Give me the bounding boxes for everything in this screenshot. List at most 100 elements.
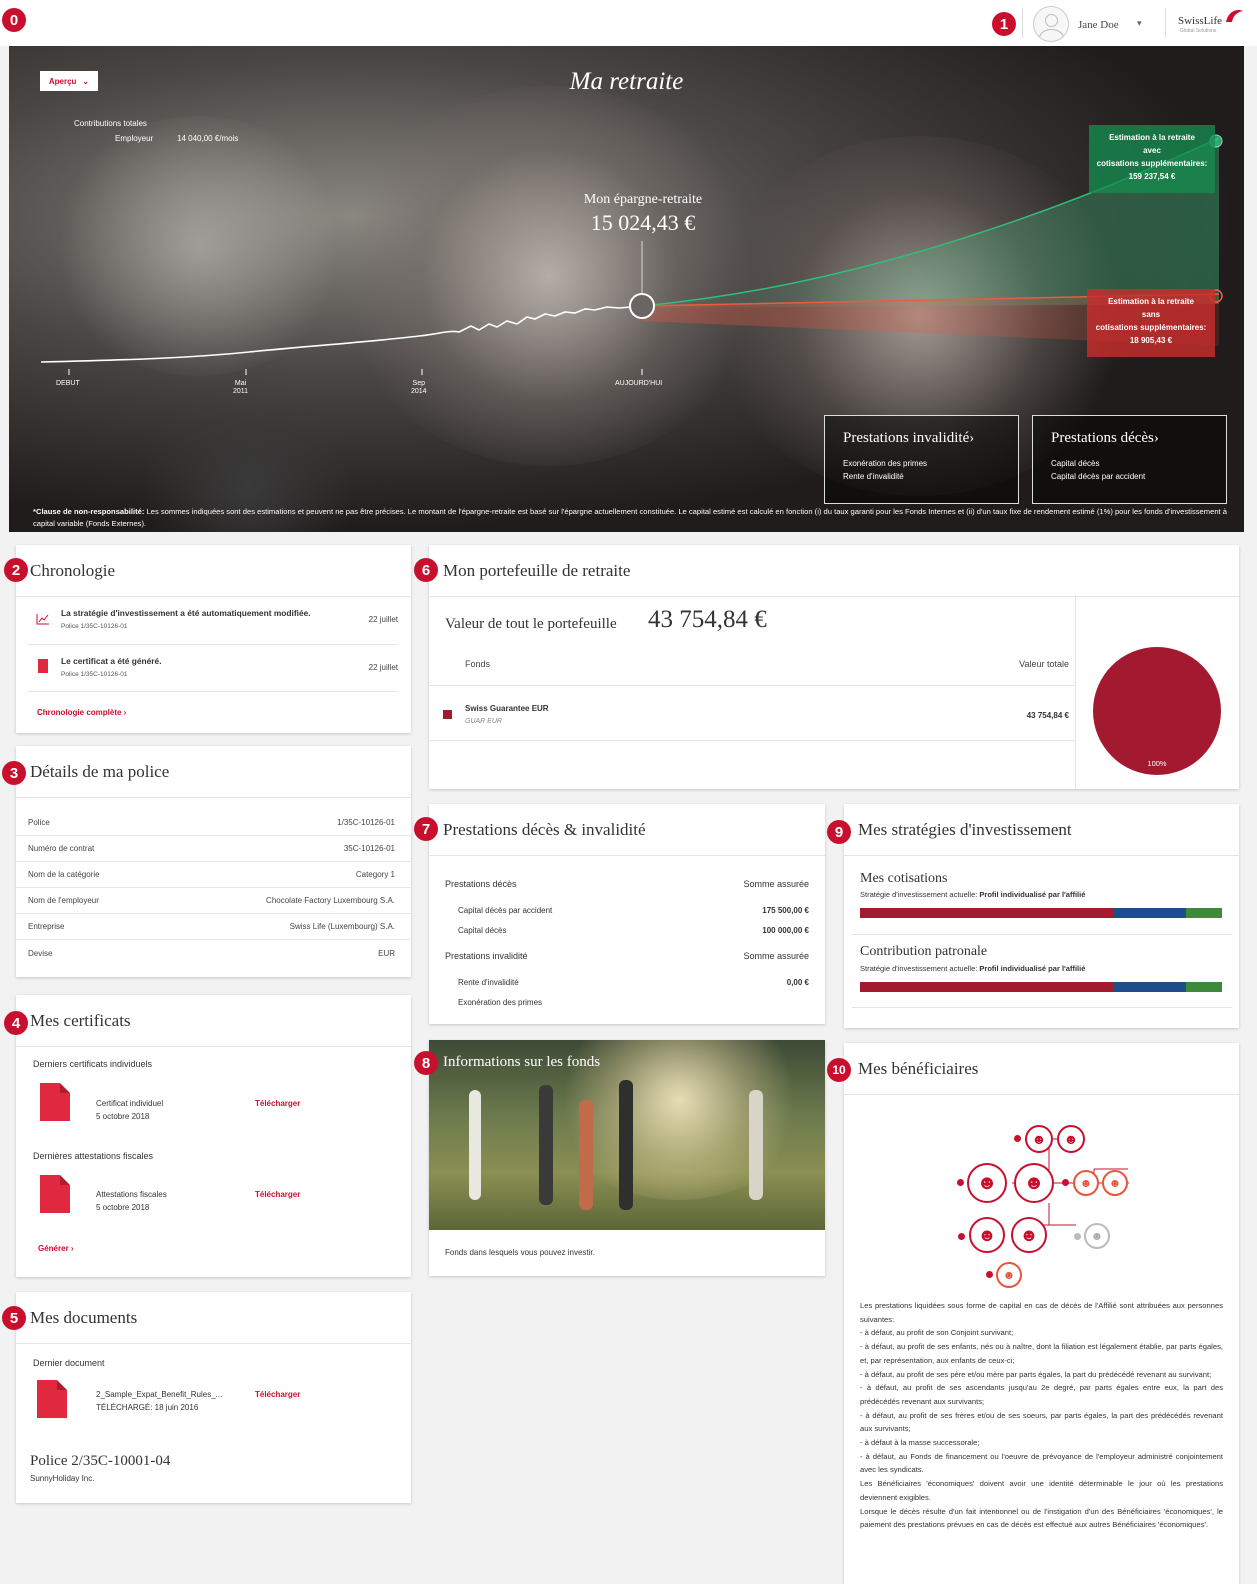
fund-row[interactable]: Swiss Guarantee EUR GUAR EUR 43 754,84 € bbox=[429, 686, 1075, 741]
portfolio-pie-chart bbox=[1093, 647, 1221, 775]
allocation-segment bbox=[1113, 908, 1186, 918]
timeline-start: DEBUT bbox=[56, 380, 80, 387]
retirement-hero: Aperçu ⌄ Ma retraite Contributions totale… bbox=[9, 46, 1244, 532]
funds-info-title: Informations sur les fonds bbox=[443, 1054, 601, 1070]
timeline-may: Mai 2011 bbox=[233, 380, 249, 395]
death-benefits-button[interactable]: Prestations décès› Capital décès Capital… bbox=[1032, 415, 1227, 504]
beneficiary-tree: ☻ ☻ ☻ ☻ ☻ ☻ ☻ ☻ ☻ ☻ bbox=[844, 1099, 1239, 1289]
avatar[interactable] bbox=[1033, 6, 1069, 42]
allocation-bar[interactable] bbox=[860, 982, 1222, 992]
fund-color-swatch bbox=[443, 710, 452, 719]
estimate-without-box: Estimation à la retraite sans cotisations … bbox=[1087, 289, 1215, 357]
top-bar: Jane Doe ▾ SwissLife Global Solutions bbox=[0, 0, 1257, 46]
documents-title: Mes documents bbox=[16, 1292, 411, 1344]
savings-history-line bbox=[40, 305, 643, 363]
chronologie-title: Chronologie bbox=[16, 545, 411, 597]
person-icon: ☻ bbox=[1025, 1125, 1053, 1153]
marker-2: 2 bbox=[4, 558, 28, 582]
policy-row: Nom de l'employeur Chocolate Factory Luxe… bbox=[16, 888, 411, 914]
marker-6: 6 bbox=[414, 558, 438, 582]
marker-3: 3 bbox=[2, 761, 26, 785]
allocation-segment bbox=[1185, 908, 1222, 918]
marker-0: 0 bbox=[2, 8, 26, 32]
chevron-right-icon: › bbox=[1153, 430, 1159, 446]
portfolio-value-label: Valeur de tout le portefeuille bbox=[445, 616, 617, 632]
portfolio-value: 43 754,84 € bbox=[648, 606, 767, 633]
person-icon: ☻ bbox=[1084, 1223, 1110, 1249]
download-link[interactable]: Télécharger bbox=[255, 1190, 300, 1199]
chevron-down-icon[interactable]: ▾ bbox=[1137, 18, 1142, 29]
section-label: Dernier document bbox=[33, 1358, 105, 1368]
benefits-title: Prestations décès & invalidité bbox=[429, 804, 825, 856]
person-icon: ☻ bbox=[996, 1262, 1022, 1288]
section-label: Dernières attestations fiscales bbox=[33, 1151, 154, 1161]
document-icon bbox=[40, 1175, 70, 1213]
column-header: Fonds bbox=[465, 659, 491, 669]
allocation-segment bbox=[1185, 982, 1222, 992]
chevron-right-icon: › bbox=[969, 430, 975, 446]
today-point bbox=[629, 293, 655, 319]
strategies-title: Mes stratégies d'investissement bbox=[844, 804, 1239, 856]
document-icon bbox=[37, 1380, 67, 1418]
estimate-with-box: Estimation à la retraite avec cotisations … bbox=[1089, 125, 1215, 193]
strategies-card: Mes stratégies d'investissement Mes coti… bbox=[844, 804, 1239, 1028]
disclaimer: *Clause de non-responsabilité: Les somme… bbox=[33, 507, 1227, 528]
allocation-segment bbox=[1113, 982, 1186, 992]
person-icon: ☻ bbox=[1102, 1170, 1128, 1196]
download-link[interactable]: Télécharger bbox=[255, 1390, 300, 1399]
portfolio-title: Mon portefeuille de retraite bbox=[429, 545, 1239, 597]
marker-4: 4 bbox=[4, 1011, 28, 1035]
policy-row: Devise EUR bbox=[28, 948, 395, 958]
beneficiaries-title: Mes bénéficiaires bbox=[844, 1043, 1239, 1095]
marker-9: 9 bbox=[827, 820, 851, 844]
police-2-title[interactable]: Police 2/35C-10001-04 bbox=[30, 1453, 170, 1470]
chronologie-card: Chronologie La stratégie d'investissemen… bbox=[16, 545, 411, 733]
timeline-today: AUJOURD'HUI bbox=[615, 380, 663, 387]
marker-10: 10 bbox=[827, 1058, 851, 1082]
person-icon: ☻ bbox=[1057, 1125, 1085, 1153]
marker-5: 5 bbox=[2, 1306, 26, 1330]
timeline-sep: Sep 2014 bbox=[411, 380, 427, 395]
generate-link[interactable]: Générer › bbox=[38, 1244, 74, 1253]
marker-8: 8 bbox=[414, 1051, 438, 1075]
policy-row: Police 1/35C-10126-01 bbox=[16, 810, 411, 836]
person-icon: ☻ bbox=[969, 1217, 1005, 1253]
allocation-bar[interactable] bbox=[860, 908, 1222, 918]
documents-card: Mes documents Dernier document 2_Sample_… bbox=[16, 1292, 411, 1503]
section-label: Derniers certificats individuels bbox=[33, 1059, 153, 1069]
company-name: SunnyHoliday Inc. bbox=[30, 1474, 95, 1483]
document-icon bbox=[38, 659, 48, 673]
timeline-item[interactable]: Le certificat a été généré. Police 1/35C… bbox=[28, 646, 398, 692]
beneficiaries-text: Les prestations liquidées sous forme de … bbox=[860, 1301, 1223, 1530]
download-link[interactable]: Télécharger bbox=[255, 1099, 300, 1108]
chart-line-icon bbox=[36, 614, 49, 625]
person-icon: ☻ bbox=[1073, 1170, 1099, 1196]
beneficiaries-card: Mes bénéficiaires ☻ ☻ ☻ ☻ ☻ ☻ ☻ ☻ ☻ ☻ Le… bbox=[844, 1043, 1239, 1584]
document-icon bbox=[40, 1083, 70, 1121]
person-icon: ☻ bbox=[1014, 1163, 1054, 1203]
certificates-card: Mes certificats Derniers certificats ind… bbox=[16, 995, 411, 1277]
policy-details-title: Détails de ma police bbox=[16, 746, 411, 798]
policy-row: Entreprise Swiss Life (Luxembourg) S.A. bbox=[16, 914, 411, 940]
person-icon: ☻ bbox=[967, 1163, 1007, 1203]
person-icon: ☻ bbox=[1011, 1217, 1047, 1253]
column-header: Valeur totale bbox=[1019, 659, 1069, 669]
portfolio-card: Mon portefeuille de retraite Valeur de t… bbox=[429, 545, 1239, 789]
timeline-item[interactable]: La stratégie d'investissement a été auto… bbox=[28, 599, 398, 645]
full-timeline-link[interactable]: Chronologie complète › bbox=[37, 708, 126, 717]
allocation-segment bbox=[860, 908, 1114, 918]
allocation-segment bbox=[860, 982, 1114, 992]
funds-info-card[interactable]: Informations sur les fonds Fonds dans le… bbox=[429, 1040, 825, 1276]
policy-row: Numéro de contrat 35C-10126-01 bbox=[16, 836, 411, 862]
user-name[interactable]: Jane Doe bbox=[1078, 19, 1119, 31]
marker-7: 7 bbox=[414, 817, 438, 841]
invalidity-benefits-button[interactable]: Prestations invalidité› Exonération des … bbox=[824, 415, 1019, 504]
benefits-card: Prestations décès & invalidité Prestatio… bbox=[429, 804, 825, 1024]
certificates-title: Mes certificats bbox=[16, 995, 411, 1047]
policy-row: Nom de la catégorie Category 1 bbox=[16, 862, 411, 888]
marker-1: 1 bbox=[992, 12, 1016, 36]
funds-info-text: Fonds dans lesquels vous pouvez investir… bbox=[445, 1248, 595, 1257]
pie-slice bbox=[1093, 647, 1221, 775]
policy-details-card: Détails de ma police Police 1/35C-10126-0… bbox=[16, 746, 411, 977]
swisslife-logo[interactable]: SwissLife Global Solutions bbox=[1178, 10, 1243, 37]
